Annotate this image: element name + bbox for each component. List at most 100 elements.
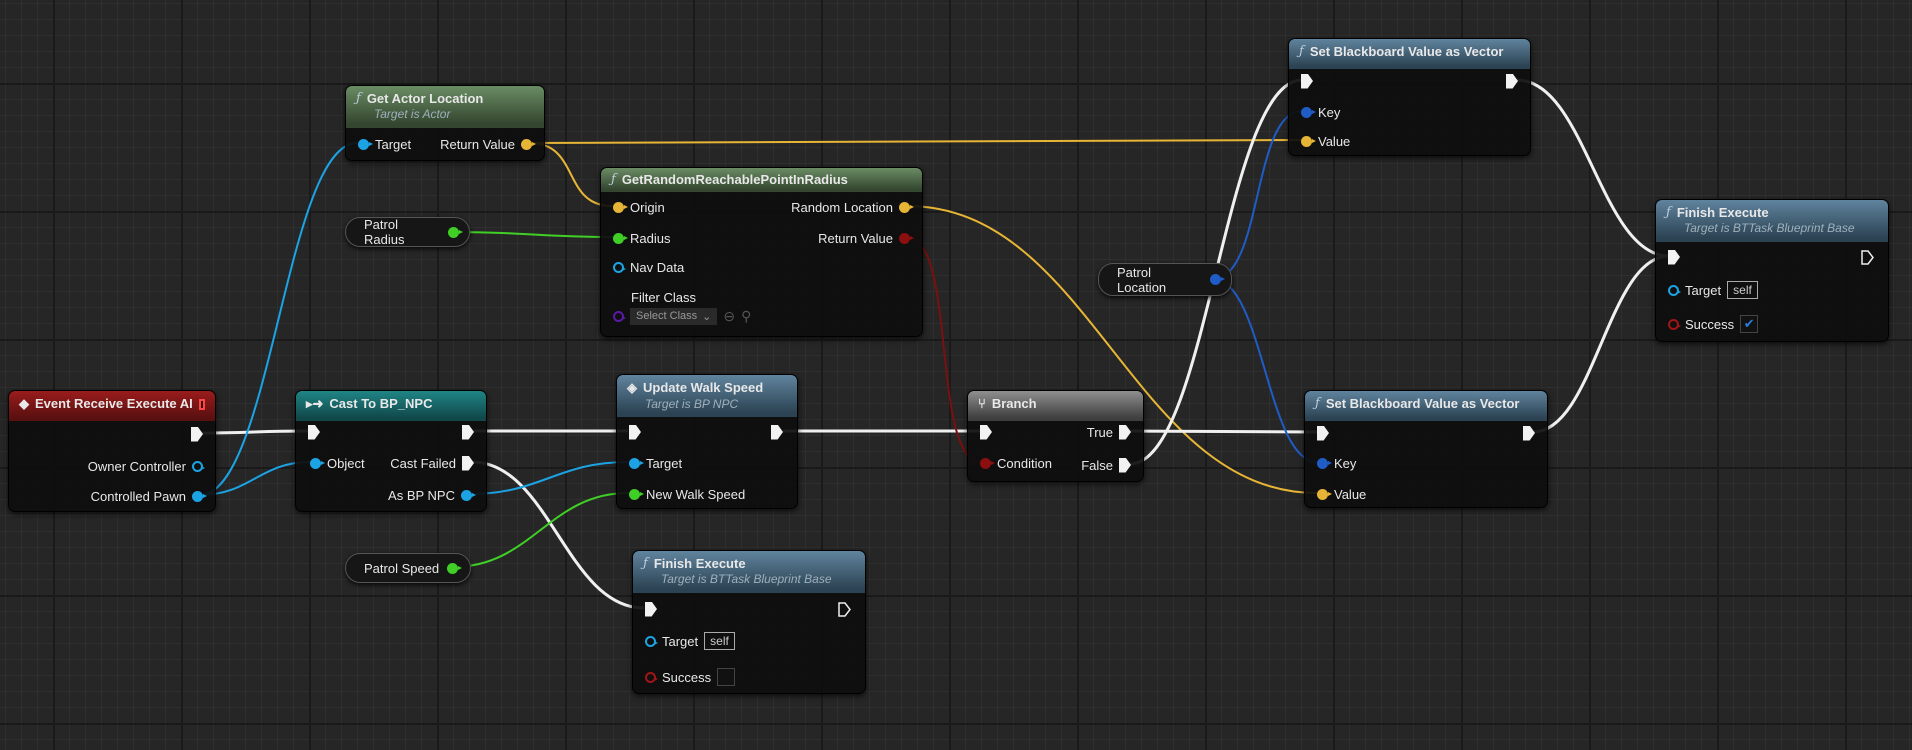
exec-out-pin[interactable]: [1506, 73, 1518, 89]
get-actor-location-node[interactable]: ƒ Get Actor Location Target is Actor Targe…: [345, 85, 545, 161]
exec-in-pin[interactable]: [308, 424, 320, 440]
branch-icon: ⑂: [978, 396, 986, 411]
false-pin[interactable]: False: [1081, 457, 1131, 473]
target-pin[interactable]: Target self: [645, 632, 735, 650]
event-receive-execute-ai-node[interactable]: ◆ Event Receive Execute AI Owner Controll…: [8, 390, 216, 512]
exec-out-pin[interactable]: [1861, 249, 1874, 265]
select-class-dropdown[interactable]: Select Class ⌄: [630, 307, 718, 325]
set-blackboard-vector-top-node[interactable]: ƒ Set Blackboard Value as Vector Key Valu…: [1288, 38, 1531, 156]
node-title: Set Blackboard Value as Vector: [1309, 44, 1504, 59]
exec-out-pin[interactable]: [838, 601, 851, 617]
as-bp-npc-pin[interactable]: As BP NPC: [388, 487, 476, 503]
function-icon: ƒ: [1315, 396, 1320, 411]
filter-class-pin[interactable]: Select Class ⌄ ⊖ ⚲: [613, 307, 751, 325]
cast-failed-pin[interactable]: Cast Failed: [390, 455, 474, 471]
patrol-speed-variable[interactable]: Patrol Speed: [345, 553, 471, 583]
random-location-pin[interactable]: Random Location: [791, 199, 914, 215]
node-header: ◆ Event Receive Execute AI: [9, 391, 215, 421]
success-checkbox[interactable]: ✔: [1740, 315, 1759, 333]
set-blackboard-vector-bottom-node[interactable]: ƒ Set Blackboard Value as Vector Key Valu…: [1304, 390, 1548, 508]
pin-label: Nav Data: [630, 259, 685, 275]
pin-label: New Walk Speed: [646, 486, 746, 502]
key-wire[interactable]: [1212, 278, 1318, 463]
node-title: Branch: [991, 396, 1037, 411]
node-header: ƒ Finish Execute Target is BTTask Blueprin…: [1656, 200, 1888, 242]
new-walk-speed-pin[interactable]: New Walk Speed: [629, 486, 745, 502]
value-pin[interactable]: Value: [1317, 486, 1366, 502]
node-title: Update Walk Speed: [643, 380, 764, 395]
variable-label: Patrol Location: [1117, 264, 1167, 295]
node-title: Finish Execute: [1676, 205, 1769, 220]
exec-in-pin[interactable]: [1301, 73, 1313, 89]
success-pin[interactable]: Success: [645, 668, 736, 686]
exec-out-pin[interactable]: [771, 424, 783, 440]
exec-wire[interactable]: [1532, 254, 1670, 434]
node-header: ▸➜ Cast To BP_NPC: [296, 391, 486, 421]
node-subtitle: Target is BTTask Blueprint Base: [661, 572, 832, 586]
exec-in-pin[interactable]: [645, 601, 657, 617]
pin-label: As BP NPC: [388, 487, 455, 503]
finish-execute-fail-node[interactable]: ƒ Finish Execute Target is BTTask Blueprin…: [632, 550, 866, 694]
cast-to-bp-npc-node[interactable]: ▸➜ Cast To BP_NPC Object Cast Failed As B…: [295, 390, 487, 512]
success-checkbox[interactable]: [717, 668, 736, 686]
nav-data-pin[interactable]: Nav Data: [613, 259, 684, 275]
finish-execute-success-node[interactable]: ƒ Finish Execute Target is BTTask Blueprin…: [1655, 199, 1889, 342]
target-pin[interactable]: Target: [629, 455, 682, 471]
return-value-pin[interactable]: Return Value: [818, 230, 914, 246]
radius-pin[interactable]: Radius: [613, 230, 670, 246]
pin-label: Return Value: [440, 136, 515, 152]
value-pin[interactable]: Value: [1301, 133, 1350, 149]
exec-out-pin[interactable]: [1523, 425, 1535, 441]
node-header: ◈ Update Walk Speed Target is BP NPC: [617, 375, 797, 417]
get-random-reachable-point-node[interactable]: ƒ GetRandomReachablePointInRadius Origin …: [600, 167, 923, 337]
pin-label: Target: [646, 455, 683, 471]
success-pin[interactable]: Success ✔: [1668, 315, 1759, 333]
owner-controller-pin[interactable]: Owner Controller: [87, 458, 205, 474]
true-pin[interactable]: True: [1087, 424, 1131, 440]
exec-in-pin[interactable]: [629, 424, 641, 440]
float-wire[interactable]: [452, 231, 614, 238]
exec-wire[interactable]: [1129, 429, 1318, 434]
exec-wire[interactable]: [199, 429, 309, 435]
pin-label: Success: [662, 669, 712, 685]
cast-arrow-icon: ▸➜: [306, 396, 324, 411]
browse-search-icon[interactable]: ⚲: [741, 308, 751, 325]
target-input[interactable]: self: [1727, 281, 1758, 299]
update-walk-speed-node[interactable]: ◈ Update Walk Speed Target is BP NPC Targe…: [616, 374, 798, 509]
exec-out-pin[interactable]: [191, 426, 203, 442]
function-icon: ƒ: [1666, 205, 1671, 220]
pin-label: Target: [375, 136, 412, 152]
key-pin[interactable]: Key: [1317, 455, 1356, 471]
condition-pin[interactable]: Condition: [980, 455, 1052, 471]
object-pin[interactable]: Object: [310, 455, 365, 471]
target-pin[interactable]: Target self: [1668, 281, 1758, 299]
pin-label: Random Location: [791, 199, 893, 215]
target-pin[interactable]: Target: [358, 136, 411, 152]
object-wire[interactable]: [199, 461, 311, 496]
patrol-radius-variable[interactable]: Patrol Radius: [345, 217, 470, 247]
origin-pin[interactable]: Origin: [613, 199, 665, 215]
exec-in-pin[interactable]: [980, 424, 992, 440]
exec-wire[interactable]: [1516, 78, 1670, 258]
variable-label: Patrol Radius: [364, 217, 405, 247]
node-header: ƒ Set Blackboard Value as Vector: [1289, 39, 1530, 69]
exec-in-pin[interactable]: [1668, 249, 1680, 265]
event-diamond-icon: ◆: [19, 396, 29, 411]
pin-label: Radius: [630, 230, 671, 246]
exec-out-pin[interactable]: [462, 424, 474, 440]
branch-node[interactable]: ⑂ Branch Condition True False: [967, 390, 1144, 482]
target-input[interactable]: self: [704, 632, 735, 650]
use-selected-icon[interactable]: ⊖: [723, 308, 735, 325]
key-pin[interactable]: Key: [1301, 104, 1340, 120]
controlled-pawn-pin[interactable]: Controlled Pawn: [91, 488, 207, 504]
exec-in-pin[interactable]: [1317, 425, 1329, 441]
patrol-location-variable[interactable]: Patrol Location: [1098, 263, 1232, 296]
node-header: ƒ Finish Execute Target is BTTask Blueprin…: [633, 551, 865, 593]
node-title: Event Receive Execute AI: [35, 396, 193, 411]
node-header: ƒ GetRandomReachablePointInRadius: [601, 168, 922, 192]
pin-label: Owner Controller: [87, 458, 186, 474]
return-value-pin[interactable]: Return Value: [440, 136, 536, 152]
chevron-down-icon: ⌄: [702, 310, 712, 323]
node-title: Get Actor Location: [366, 91, 484, 106]
vector-wire[interactable]: [529, 139, 1303, 144]
